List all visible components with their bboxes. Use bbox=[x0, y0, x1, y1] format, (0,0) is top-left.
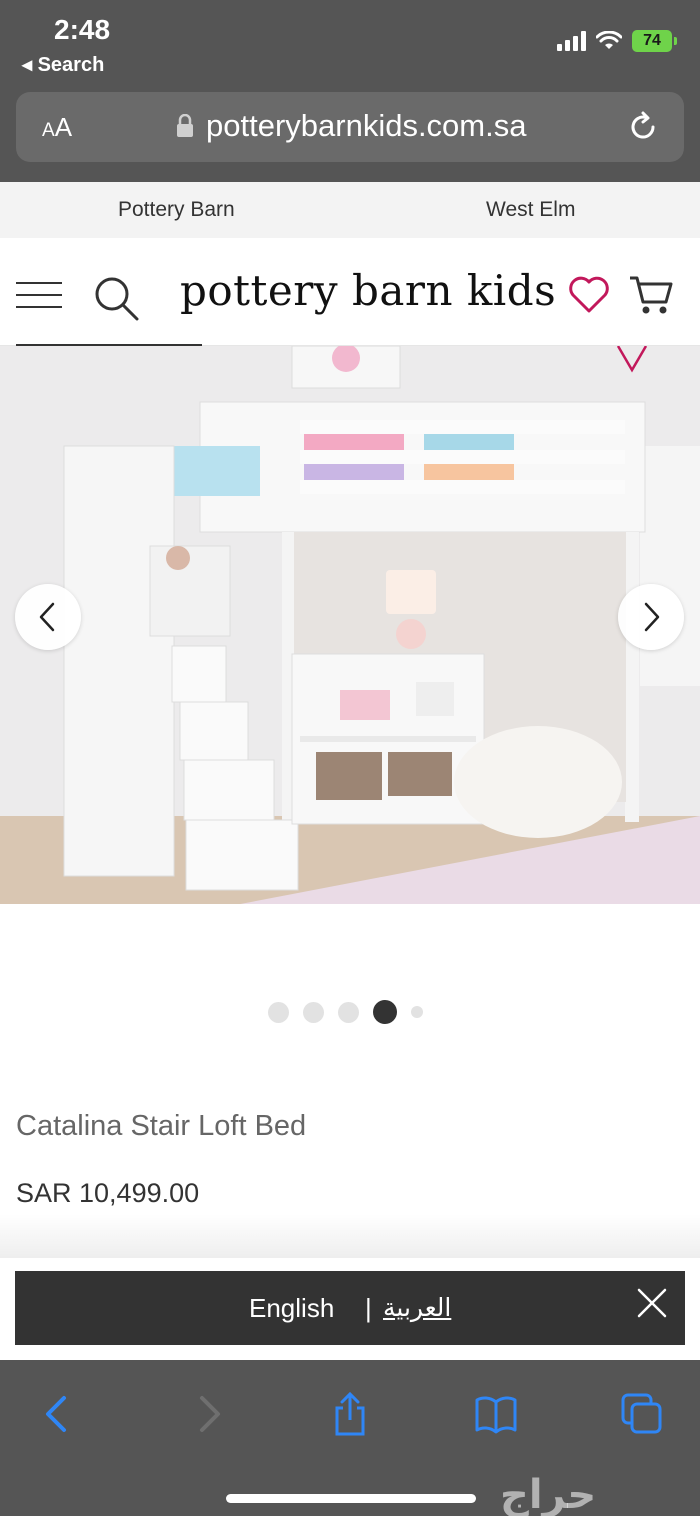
carousel-next-button[interactable] bbox=[618, 584, 684, 650]
status-indicators: 74 bbox=[557, 30, 677, 52]
carousel-dot-active[interactable] bbox=[373, 1000, 397, 1024]
back-arrow-icon[interactable] bbox=[36, 1392, 80, 1436]
language-banner: English | العربية bbox=[15, 1271, 685, 1345]
status-time: 2:48 bbox=[54, 14, 111, 45]
url-text[interactable]: potterybarnkids.com.sa bbox=[206, 108, 526, 144]
product-image[interactable] bbox=[0, 346, 700, 904]
hamburger-menu-icon[interactable] bbox=[16, 282, 62, 310]
close-icon[interactable] bbox=[637, 1288, 667, 1318]
back-to-search-link[interactable]: ◂ Search bbox=[22, 52, 104, 77]
share-icon[interactable] bbox=[328, 1392, 372, 1436]
cart-icon[interactable] bbox=[628, 272, 674, 318]
search-icon[interactable] bbox=[92, 274, 140, 322]
chevron-right-icon bbox=[644, 602, 660, 632]
brand-link-west-elm[interactable]: West Elm bbox=[486, 198, 575, 222]
lock-icon bbox=[177, 114, 193, 137]
reload-icon[interactable] bbox=[626, 110, 660, 144]
forward-arrow-icon[interactable] bbox=[186, 1392, 230, 1436]
content-fade bbox=[0, 1214, 700, 1258]
wifi-icon bbox=[596, 31, 622, 49]
carousel-dot[interactable] bbox=[268, 1001, 289, 1023]
cellular-signal-icon bbox=[557, 31, 586, 51]
site-header: pottery barn kids bbox=[0, 238, 700, 346]
battery-icon: 74 bbox=[632, 30, 677, 52]
carousel-prev-button[interactable] bbox=[15, 584, 81, 650]
bookmarks-icon[interactable] bbox=[474, 1392, 518, 1436]
safari-top-chrome: 2:48 ◂ Search 74 AA potterybarnkids.com.… bbox=[0, 0, 700, 182]
brand-link-pottery-barn[interactable]: Pottery Barn bbox=[118, 198, 235, 222]
address-bar[interactable]: AA potterybarnkids.com.sa bbox=[16, 92, 684, 162]
language-english[interactable]: English bbox=[249, 1293, 334, 1324]
site-logo[interactable]: pottery barn kids bbox=[180, 266, 556, 315]
carousel-dot[interactable] bbox=[338, 1001, 359, 1023]
chevron-left-icon bbox=[39, 602, 55, 632]
wishlist-heart-icon[interactable] bbox=[568, 274, 610, 314]
brand-switcher: Pottery Barn West Elm bbox=[0, 182, 700, 238]
product-title: Catalina Stair Loft Bed bbox=[16, 1110, 307, 1142]
language-arabic-link[interactable]: العربية bbox=[383, 1293, 451, 1323]
safari-bottom-toolbar: حراج bbox=[0, 1360, 700, 1516]
product-price: SAR 10,499.00 bbox=[16, 1178, 200, 1208]
carousel-dot[interactable] bbox=[303, 1001, 324, 1023]
carousel-dot[interactable] bbox=[411, 1006, 423, 1018]
watermark-text: حراج bbox=[500, 1472, 597, 1516]
tabs-icon[interactable] bbox=[620, 1392, 664, 1436]
text-size-button[interactable]: AA bbox=[42, 112, 72, 143]
carousel-pagination bbox=[268, 1000, 423, 1024]
loft-bed-illustration bbox=[0, 346, 700, 904]
home-indicator bbox=[226, 1494, 476, 1503]
language-banner-wrapper: English | العربية bbox=[0, 1258, 700, 1360]
language-separator: | bbox=[365, 1293, 372, 1323]
